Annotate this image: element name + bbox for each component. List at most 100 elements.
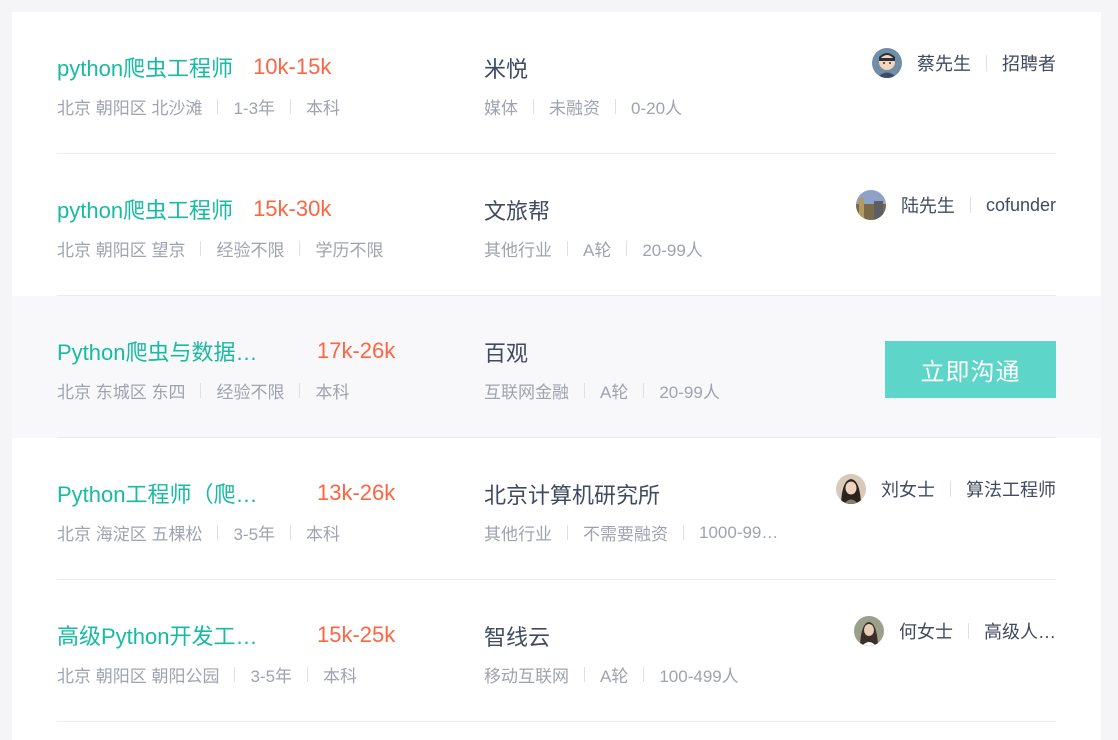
separator [986, 55, 987, 71]
job-education: 本科 [323, 667, 358, 686]
job-location: 北京 朝阳区 朝阳公园 [57, 667, 220, 686]
separator [969, 197, 971, 213]
recruiter-name: 何女士 [899, 622, 953, 642]
company-funding: A轮 [600, 383, 629, 402]
company-size: 20-99人 [659, 383, 720, 402]
job-experience: 经验不限 [216, 241, 285, 260]
job-location: 北京 海淀区 五棵松 [57, 525, 203, 544]
job-experience: 1-3年 [233, 99, 276, 118]
job-meta: 北京 东城区 东四 经验不限 本科 [57, 378, 349, 403]
chat-now-button[interactable]: 立即沟通 [885, 341, 1056, 398]
separator [950, 481, 951, 497]
separator [290, 525, 292, 540]
company-funding: 未融资 [549, 99, 600, 118]
job-title-line: python爬虫工程师 10k-15k [57, 52, 331, 82]
separator [290, 99, 292, 114]
job-card[interactable]: Python工程师（爬… 13k-26k 北京 海淀区 五棵松 3-5年 本科 … [12, 438, 1101, 580]
separator [299, 241, 301, 256]
separator [200, 383, 202, 398]
avatar [854, 616, 884, 646]
separator [234, 667, 236, 682]
job-title[interactable]: Python爬虫与数据… [57, 335, 297, 367]
separator [567, 525, 568, 540]
job-card[interactable]: python爬虫工程师 15k-30k 北京 朝阳区 望京 经验不限 学历不限 … [12, 154, 1101, 296]
job-title-line: Python工程师（爬… 13k-26k [57, 478, 395, 508]
company-meta: 其他行业 A轮 20-99人 [484, 236, 703, 261]
separator [299, 383, 301, 398]
recruiter-title: 高级人… [984, 622, 1056, 642]
job-title[interactable]: Python工程师（爬… [57, 477, 297, 509]
job-experience: 3-5年 [250, 667, 293, 686]
recruiter-info: 何女士 高级人… [854, 616, 1056, 646]
salary: 13k-26k [317, 480, 396, 505]
avatar [855, 190, 886, 220]
job-education: 本科 [306, 99, 341, 118]
company-funding: 不需要融资 [583, 525, 668, 544]
salary: 10k-15k [253, 54, 332, 79]
job-meta: 北京 朝阳区 北沙滩 1-3年 本科 [57, 94, 340, 119]
recruiter-name: 蔡先生 [917, 54, 971, 74]
recruiter-title: 招聘者 [1002, 54, 1056, 74]
company-meta: 互联网金融 A轮 20-99人 [484, 378, 720, 403]
separator [533, 99, 534, 114]
company-size: 0-20人 [631, 99, 683, 118]
avatar [836, 474, 866, 504]
separator [217, 99, 219, 114]
company-size: 1000-99… [699, 522, 779, 542]
job-title[interactable]: python爬虫工程师 [57, 193, 233, 225]
job-card[interactable]: 高级Python开发工… 15k-25k 北京 朝阳区 朝阳公园 3-5年 本科… [12, 580, 1101, 722]
job-title[interactable]: python爬虫工程师 [57, 51, 233, 83]
separator [643, 667, 645, 682]
separator [968, 623, 969, 639]
recruiter-info: 陆先生 cofunder [855, 190, 1056, 220]
company-meta: 媒体 未融资 0-20人 [484, 94, 682, 119]
recruiter-name: 刘女士 [881, 480, 935, 500]
recruiter-info: 刘女士 算法工程师 [836, 474, 1056, 504]
separator [584, 383, 585, 398]
salary: 15k-25k [317, 622, 396, 647]
company-name[interactable]: 米悦 [484, 52, 528, 84]
job-card[interactable]: python爬虫工程师 10k-15k 北京 朝阳区 北沙滩 1-3年 本科 米… [12, 12, 1101, 154]
separator [307, 667, 309, 682]
separator [643, 383, 645, 398]
job-location: 北京 朝阳区 北沙滩 [57, 99, 203, 118]
company-size: 100-499人 [659, 667, 739, 686]
company-industry: 媒体 [484, 99, 518, 118]
company-name[interactable]: 文旅帮 [484, 194, 550, 226]
avatar [872, 48, 902, 78]
job-meta: 北京 朝阳区 望京 经验不限 学历不限 [57, 236, 383, 261]
salary: 17k-26k [317, 338, 396, 363]
job-location: 北京 朝阳区 望京 [57, 241, 186, 260]
company-size: 20-99人 [642, 241, 703, 260]
job-meta: 北京 海淀区 五棵松 3-5年 本科 [57, 520, 340, 545]
job-meta: 北京 朝阳区 朝阳公园 3-5年 本科 [57, 662, 357, 687]
job-education: 学历不限 [315, 241, 384, 260]
separator [217, 525, 219, 540]
job-card[interactable]: Python爬虫与数据… 17k-26k 北京 东城区 东四 经验不限 本科 百… [12, 296, 1101, 438]
job-title-line: Python爬虫与数据… 17k-26k [57, 336, 395, 366]
company-name[interactable]: 北京计算机研究所 [484, 478, 660, 510]
separator [626, 241, 628, 256]
divider [57, 721, 1056, 722]
job-title[interactable]: 高级Python开发工… [57, 619, 297, 651]
company-industry: 互联网金融 [484, 383, 569, 402]
job-experience: 3-5年 [233, 525, 276, 544]
company-industry: 移动互联网 [484, 667, 569, 686]
recruiter-title: cofunder [985, 194, 1056, 215]
company-industry: 其他行业 [484, 525, 552, 544]
separator [567, 241, 568, 256]
recruiter-info: 蔡先生 招聘者 [872, 48, 1056, 78]
company-meta: 其他行业 不需要融资 1000-99… [484, 520, 778, 545]
company-funding: A轮 [600, 667, 629, 686]
job-location: 北京 东城区 东四 [57, 383, 186, 402]
salary: 15k-30k [253, 196, 332, 221]
job-experience: 经验不限 [216, 383, 285, 402]
company-name[interactable]: 百观 [484, 336, 528, 368]
company-meta: 移动互联网 A轮 100-499人 [484, 662, 739, 687]
separator [584, 667, 585, 682]
job-title-line: python爬虫工程师 15k-30k [57, 194, 331, 224]
separator [615, 99, 616, 114]
company-name[interactable]: 智线云 [484, 620, 550, 652]
job-list: python爬虫工程师 10k-15k 北京 朝阳区 北沙滩 1-3年 本科 米… [12, 12, 1101, 740]
separator [200, 241, 202, 256]
